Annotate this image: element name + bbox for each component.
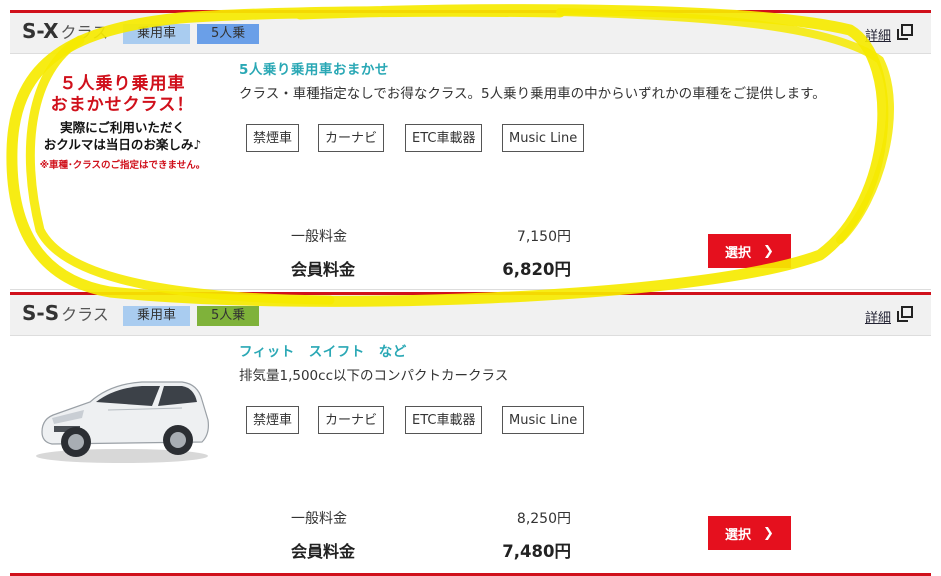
- select-button[interactable]: 選択 ❯: [708, 516, 791, 550]
- car-subtitle: フィット スイフト など: [239, 344, 407, 360]
- class-suffix: クラス: [61, 305, 109, 324]
- select-label: 選択: [725, 527, 752, 543]
- chevron-right-icon: ❯: [763, 243, 774, 259]
- member-price-value: 7,480円: [502, 542, 571, 561]
- general-price-value: 8,250円: [516, 511, 571, 527]
- chevron-right-icon: ❯: [763, 525, 774, 541]
- class-code: S-X: [22, 19, 59, 43]
- feature-etc: ETC車載器: [405, 406, 483, 434]
- feature-car-navi: カーナビ: [318, 124, 385, 152]
- detail-link[interactable]: 詳細: [865, 307, 891, 326]
- class-suffix: クラス: [60, 23, 109, 42]
- car-subtitle: 5人乗り乗用車おまかせ: [239, 62, 389, 78]
- general-price-label: 一般料金: [291, 229, 347, 245]
- member-price-label: 会員料金: [291, 542, 356, 561]
- feature-music-line: Music Line: [502, 406, 585, 434]
- feature-nonsmoking: 禁煙車: [246, 406, 300, 434]
- tag-five-seater: 5人乗: [197, 306, 260, 326]
- card-header: S-S クラス 乗用車 5人乗 詳細: [10, 295, 931, 336]
- tag-five-seater: 5人乗: [197, 24, 260, 44]
- detail-link[interactable]: 詳細: [865, 25, 891, 44]
- tag-passenger-car: 乗用車: [123, 306, 191, 326]
- promo-note: ※車種･クラスのご指定はできません。: [39, 160, 206, 171]
- general-price-label: 一般料金: [291, 511, 347, 527]
- card-header: S-X クラス 乗用車 5人乗 詳細: [10, 13, 931, 54]
- external-window-icon[interactable]: [897, 24, 913, 40]
- external-window-icon[interactable]: [897, 306, 913, 322]
- select-button[interactable]: 選択 ❯: [708, 234, 791, 268]
- tag-passenger-car: 乗用車: [123, 24, 191, 44]
- member-price-value: 6,820円: [502, 260, 571, 279]
- omakase-promo-banner: ５人乗り乗用車 おまかせクラス！ 実際にご利用いただく おクルマは当日のお楽しみ…: [20, 74, 225, 171]
- select-label: 選択: [725, 245, 752, 261]
- promo-title: ５人乗り乗用車 おまかせクラス！: [50, 74, 195, 115]
- promo-subtitle: 実際にご利用いただく おクルマは当日のお楽しみ♪: [43, 120, 202, 152]
- class-code: S-S: [22, 301, 60, 325]
- feature-etc: ETC車載器: [405, 124, 483, 152]
- class-description: クラス・車種指定なしでお得なクラス。5人乗り乗用車の中からいずれかの車種をご提供…: [239, 86, 826, 102]
- white-compact-car-image: [36, 381, 209, 463]
- feature-nonsmoking: 禁煙車: [246, 124, 300, 152]
- class-description: 排気量1,500cc以下のコンパクトカークラス: [239, 368, 509, 384]
- member-price-label: 会員料金: [291, 260, 356, 279]
- feature-music-line: Music Line: [502, 124, 585, 152]
- general-price-value: 7,150円: [516, 229, 571, 245]
- feature-car-navi: カーナビ: [318, 406, 385, 434]
- class-title: S-S クラス: [22, 301, 109, 325]
- class-title: S-X クラス: [22, 19, 108, 43]
